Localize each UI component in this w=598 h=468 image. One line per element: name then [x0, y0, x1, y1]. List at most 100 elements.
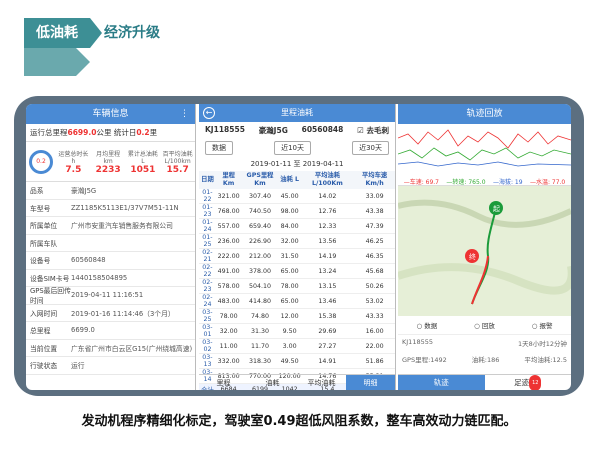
tab-avg-fuel[interactable]: 平均油耗 — [297, 375, 346, 390]
table-cell: 74.80 — [241, 308, 279, 324]
data-radio[interactable]: ○ 数据 — [416, 320, 437, 330]
table-cell: 321.00 — [215, 189, 242, 204]
table-row[interactable]: 01-22 321.00 307.40 45.00 14.02 33.09 — [199, 189, 395, 204]
table-cell: 65.00 — [278, 263, 301, 279]
table-cell: 32.00 — [215, 323, 242, 339]
table-cell: 12.00 — [278, 308, 301, 324]
range-controls: 数据 近10天 近30天 — [199, 139, 395, 157]
last-30-days-button[interactable]: 近30天 — [352, 141, 389, 155]
caption: 发动机程序精细化标定，驾驶室0.49超低风阻系数，整车高效动力链匹配。 — [81, 414, 517, 429]
table-row[interactable]: 03-01 32.00 31.30 9.50 29.69 16.00 — [199, 323, 395, 339]
tab-mileage[interactable]: 里程 — [199, 375, 248, 390]
data-button[interactable]: 数据 — [205, 141, 233, 155]
table-cell: 222.00 — [215, 248, 242, 264]
list-item: 所属单位 广州市安重汽车销售服务有限公司 — [26, 217, 195, 235]
table-cell: 14.19 — [300, 248, 355, 264]
table-cell: 01-25 — [199, 233, 216, 249]
track-tabs: 轨迹 足迹 12 — [398, 374, 571, 390]
table-cell: 318.30 — [241, 353, 279, 369]
table-row[interactable]: 02-22 491.00 378.00 65.00 13.24 45.68 — [199, 263, 395, 279]
table-cell: 29.69 — [300, 323, 355, 339]
table-cell: 11.00 — [215, 338, 242, 354]
list-item: 总里程 6699.0 — [26, 322, 195, 340]
table-cell: 212.00 — [241, 248, 279, 264]
table-cell: 03-02 — [199, 338, 216, 354]
table-cell: 01-22 — [199, 189, 216, 204]
table-cell: 51.86 — [354, 353, 395, 369]
table-cell: 01-23 — [199, 203, 216, 219]
date-range[interactable]: 2019-01-11 至 2019-04-11 — [199, 157, 395, 171]
fuel-mileage-panel: ← 里程油耗 KJ118555 豪瀚J5G 60560848 ☑ 去毛刺 数据 近10天 近… — [199, 104, 396, 390]
table-row[interactable]: 01-23 768.00 740.50 98.00 12.76 43.38 — [199, 203, 395, 219]
stat-avg-fuel: 百平均油耗 L/100km 15.7 — [162, 150, 193, 175]
table-row[interactable]: 01-25 236.00 226.90 32.00 13.56 46.25 — [199, 233, 395, 249]
tab-detail[interactable]: 明细 — [346, 375, 395, 390]
mileage-summary: 运行总里程6699.0公里 统计日0.2里 — [26, 124, 195, 142]
table-cell: 50.26 — [354, 278, 395, 294]
table-cell: 02-24 — [199, 293, 216, 309]
menu-icon[interactable]: ⋮ — [180, 104, 189, 124]
info-list: 品系 豪瀚J5G 车型号 ZZ1185K5113E1/37V7M51-11N 所属单… — [26, 182, 195, 375]
gauge-icon: 0.2 — [29, 149, 53, 174]
table-cell: 12.76 — [300, 203, 355, 219]
table-cell: 11.70 — [241, 338, 279, 354]
table-cell: 78.00 — [215, 308, 242, 324]
telemetry-chart: —车速: 69.7 —转速: 765.0 —海拔: 19 —水温: 77.0 — [398, 124, 571, 186]
tablet-screen: 车辆信息 ⋮ 运行总里程6699.0公里 统计日0.2里 0.2 运营总时长 h 7.… — [26, 104, 571, 390]
table-cell: 49.50 — [278, 353, 301, 369]
table-cell: 31.30 — [241, 323, 279, 339]
decorative-tab — [24, 48, 90, 76]
table-cell: 15.38 — [300, 308, 355, 324]
table-cell: 03-25 — [199, 308, 216, 324]
table-row[interactable]: 02-23 578.00 504.10 78.00 13.15 50.26 — [199, 278, 395, 294]
table-row[interactable]: 01-24 557.00 659.40 84.00 12.33 47.39 — [199, 218, 395, 234]
playback-controls: ○ 数据 ○ 回放 ○ 报警 KJ118555 1天8小时12分钟 GPS里程:1… — [398, 316, 571, 374]
tab-footprint[interactable]: 足迹 12 — [485, 375, 572, 390]
table-cell: 557.00 — [215, 218, 242, 234]
last-10-days-button[interactable]: 近10天 — [274, 141, 311, 155]
table-cell: 3.00 — [278, 338, 301, 354]
list-item: 行驶状态 运行 — [26, 357, 195, 375]
panel-title: 里程油耗 — [281, 108, 313, 117]
section-subtitle: 经济升级 — [104, 25, 160, 41]
list-item: 所属车队 — [26, 235, 195, 252]
fuel-titlebar: ← 里程油耗 — [199, 104, 395, 122]
table-cell: 12.33 — [300, 218, 355, 234]
filter-checkbox[interactable]: ☑ 去毛刺 — [357, 125, 389, 136]
tab-fuel[interactable]: 油耗 — [248, 375, 297, 390]
table-cell: 578.00 — [215, 278, 242, 294]
replay-radio[interactable]: ○ 回放 — [474, 320, 495, 330]
table-cell: 16.00 — [354, 323, 395, 339]
table-cell: 01-24 — [199, 218, 216, 234]
vehicle-info-titlebar: 车辆信息 ⋮ — [26, 104, 195, 124]
table-cell: 307.40 — [241, 189, 279, 204]
table-cell: 03-13 — [199, 353, 216, 369]
table-row[interactable]: 03-25 78.00 74.80 12.00 15.38 43.33 — [199, 308, 395, 324]
stat-monthly: 月均里程 km 2233 — [95, 150, 121, 175]
alarm-radio[interactable]: ○ 报警 — [532, 320, 553, 330]
table-cell: 378.00 — [241, 263, 279, 279]
table-row[interactable]: 03-13 332.00 318.30 49.50 14.91 51.86 — [199, 353, 395, 369]
table-cell: 45.00 — [278, 189, 301, 204]
table-row[interactable]: 03-02 11.00 11.70 3.00 27.27 22.00 — [199, 338, 395, 354]
table-row[interactable]: 02-21 222.00 212.00 31.50 14.19 46.35 — [199, 248, 395, 264]
stat-hours: 运营总时长 h 7.5 — [58, 150, 89, 175]
stats-row: 0.2 运营总时长 h 7.5 月均里程 km 2233 累计总油耗 L 1051 百平均油… — [26, 142, 195, 182]
list-item: 车型号 ZZ1185K5113E1/37V7M51-11N — [26, 200, 195, 217]
back-icon[interactable]: ← — [203, 107, 215, 119]
map-graphic: 起 终 — [398, 199, 571, 305]
table-cell: 84.00 — [278, 218, 301, 234]
fuel-table: 日期 里程 Km GPS里程 Km 油耗 L 平均油耗 L/100Km 平均车速 Km/h… — [199, 171, 395, 390]
table-cell: 13.46 — [300, 293, 355, 309]
table-cell: 46.25 — [354, 233, 395, 249]
stat-fuel: 累计总油耗 L 1051 — [127, 150, 158, 175]
list-item: 设备号 60560848 — [26, 252, 195, 270]
table-cell: 504.10 — [241, 278, 279, 294]
table-cell: 483.00 — [215, 293, 242, 309]
table-cell: 13.15 — [300, 278, 355, 294]
route-map[interactable]: 起 终 — [398, 186, 571, 316]
count-badge: 12 — [529, 375, 542, 390]
table-row[interactable]: 02-24 483.00 414.80 65.00 13.46 53.02 — [199, 293, 395, 309]
tab-track[interactable]: 轨迹 — [398, 375, 485, 390]
table-cell: 236.00 — [215, 233, 242, 249]
